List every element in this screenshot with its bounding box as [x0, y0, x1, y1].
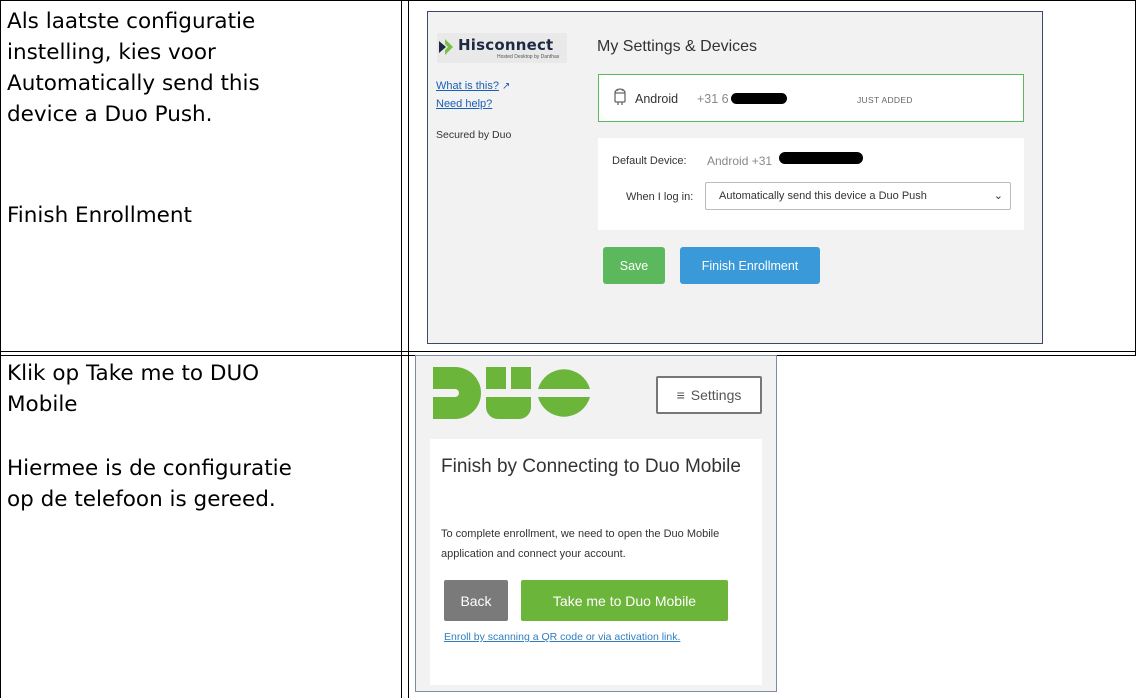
- what-is-this-label: What is this?: [436, 80, 499, 92]
- instruction-line: instelling, kies voor: [7, 40, 216, 65]
- secured-by-text: Secured by Duo: [436, 129, 512, 141]
- take-me-to-duo-mobile-button[interactable]: Take me to Duo Mobile: [521, 580, 728, 621]
- device-row[interactable]: Android +31 6 JUST ADDED: [598, 74, 1024, 122]
- hisconnect-logo: Hisconnect Hosted Desktop by Danthas: [437, 33, 567, 63]
- instruction-line: op de telefoon is gereed.: [7, 487, 276, 512]
- device-number: +31 6: [697, 92, 729, 106]
- logo-subtitle: Hosted Desktop by Danthas: [497, 54, 560, 60]
- what-is-this-link[interactable]: What is this? ↗: [436, 80, 510, 92]
- default-device-value: Android +31: [707, 154, 773, 168]
- redaction-mark: [779, 152, 863, 164]
- row1-instruction: Als laatste configuratie instelling, kie…: [7, 6, 260, 130]
- back-button[interactable]: Back: [444, 580, 508, 621]
- logo-name: Hisconnect: [458, 36, 554, 54]
- page-title: My Settings & Devices: [597, 38, 758, 55]
- duo-logo: [433, 367, 590, 419]
- settings-devices-screenshot: Hisconnect Hosted Desktop by Danthas Wha…: [427, 11, 1043, 344]
- settings-label: Settings: [690, 387, 742, 403]
- table-border-top: [0, 0, 1136, 1]
- row1-instruction-extra: Finish Enrollment: [7, 203, 192, 228]
- instruction-table: Als laatste configuratie instelling, kie…: [0, 0, 1136, 698]
- login-action-select[interactable]: Automatically send this device a Duo Pus…: [705, 182, 1011, 210]
- redaction-mark: [731, 93, 787, 104]
- enroll-qr-link[interactable]: Enroll by scanning a QR code or via acti…: [444, 631, 680, 643]
- card-body: To complete enrollment, we need to open …: [441, 528, 720, 560]
- instruction-line: device a Duo Push.: [7, 102, 213, 127]
- just-added-badge: JUST ADDED: [857, 95, 913, 105]
- instruction-line: Hiermee is de configuratie: [7, 456, 292, 481]
- device-name: Android: [635, 92, 679, 106]
- instruction-line: Als laatste configuratie: [7, 9, 256, 34]
- table-column-divider: [408, 0, 409, 698]
- instruction-line: Automatically send this: [7, 71, 260, 96]
- instruction-line: Klik op Take me to DUO: [7, 361, 260, 386]
- table-column-divider: [401, 0, 402, 698]
- chevron-down-icon: ⌄: [993, 190, 1003, 202]
- finish-enrollment-button[interactable]: Finish Enrollment: [680, 247, 820, 284]
- need-help-link[interactable]: Need help?: [436, 98, 492, 110]
- settings-button[interactable]: ≡ Settings: [656, 376, 762, 414]
- card-title: Finish by Connecting to Duo Mobile: [441, 456, 741, 477]
- row2-instruction-extra: Hiermee is de configuratie op de telefoo…: [7, 453, 292, 515]
- table-border-left: [0, 0, 1, 698]
- android-icon: [614, 88, 626, 105]
- table-row-divider: [0, 351, 1136, 352]
- login-action-value: Automatically send this device a Duo Pus…: [719, 190, 927, 202]
- external-link-icon: ↗: [501, 81, 511, 92]
- save-button[interactable]: Save: [603, 247, 665, 284]
- connect-card: Finish by Connecting to Duo Mobile To co…: [430, 439, 762, 685]
- duo-mobile-screenshot: ≡ Settings Finish by Connecting to Duo M…: [415, 355, 777, 692]
- menu-icon: ≡: [676, 387, 685, 403]
- default-device-label: Default Device:: [612, 155, 687, 167]
- default-device-panel: Default Device: Android +31 When I log i…: [598, 138, 1024, 230]
- login-label: When I log in:: [626, 191, 694, 203]
- instruction-line: Mobile: [7, 392, 78, 417]
- row2-instruction: Klik op Take me to DUO Mobile: [7, 358, 259, 420]
- hisconnect-logo-icon: [439, 39, 453, 55]
